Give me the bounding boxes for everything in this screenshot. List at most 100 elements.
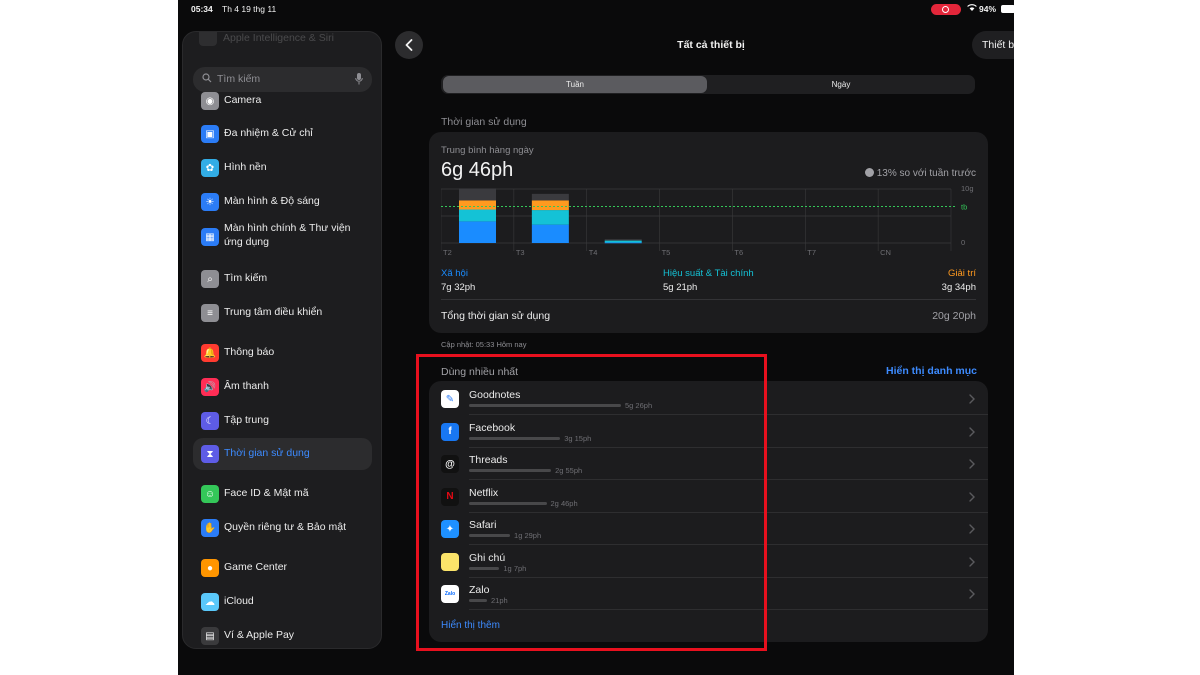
- search-icon: [202, 73, 212, 83]
- category-productivity-label: Hiệu suất & Tài chính: [663, 268, 754, 279]
- chart-bar-segment[interactable]: [531, 224, 569, 243]
- sidebar-item-wallpaper[interactable]: ✿ Hình nền: [193, 152, 372, 184]
- chart-bar-segment[interactable]: [459, 221, 496, 243]
- chart-x-tick: T6: [734, 248, 743, 257]
- sidebar-item-game-center[interactable]: ● Game Center: [193, 552, 372, 584]
- sidebar-item-label: Hình nền: [224, 161, 267, 173]
- sidebar-item-multitasking[interactable]: ▣ Đa nhiệm & Cử chỉ: [193, 118, 372, 150]
- wallet-icon: ▤: [201, 627, 219, 645]
- usage-section-label: Thời gian sử dụng: [441, 116, 527, 128]
- comparison-text: 13% so với tuần trước: [876, 168, 976, 179]
- sidebar-item-label: Trung tâm điều khiển: [224, 306, 323, 318]
- search-icon: ⌕: [201, 270, 219, 288]
- status-date: Th 4 19 thg 11: [222, 4, 277, 14]
- back-button[interactable]: [395, 31, 423, 59]
- chart-bar-segment[interactable]: [531, 210, 569, 225]
- wifi-icon: [967, 3, 977, 14]
- sidebar-item-sound[interactable]: 🔊 Âm thanh: [193, 371, 372, 403]
- sidebar-item-brightness[interactable]: ☀ Màn hình & Độ sáng: [193, 186, 372, 218]
- segment-day[interactable]: Ngày: [709, 76, 973, 93]
- category-social-value: 7g 32ph: [441, 282, 476, 293]
- sidebar-item-privacy[interactable]: ✋ Quyền riêng tư & Bảo mật: [193, 512, 372, 544]
- chart-bar-segment[interactable]: [604, 242, 642, 244]
- period-segmented-control[interactable]: Tuần Ngày: [441, 75, 975, 94]
- chart-bar-segment[interactable]: [531, 200, 569, 211]
- chevron-right-icon: [969, 459, 975, 469]
- sidebar-item-siri[interactable]: Apple Intelligence & Siri: [223, 32, 334, 44]
- face-id-icon: ☺: [201, 485, 219, 503]
- sidebar-item-face-id[interactable]: ☺ Face ID & Mật mã: [193, 478, 372, 510]
- page-title: Tất cả thiết bị: [677, 39, 745, 51]
- weekly-comparison: 13% so với tuần trước: [864, 168, 976, 179]
- multitasking-icon: ▣: [201, 125, 219, 143]
- chart-bar-segment[interactable]: [531, 193, 569, 201]
- daily-average-value: 6g 46ph: [441, 159, 514, 181]
- chevron-right-icon: [969, 524, 975, 534]
- sidebar-item-label: Quyền riêng tư & Bảo mật: [224, 521, 347, 533]
- chart-x-tick: T4: [589, 248, 598, 257]
- chevron-right-icon: [969, 589, 975, 599]
- arrow-up-circle-icon: [864, 168, 874, 177]
- sidebar-item-label: Đa nhiệm & Cử chỉ: [224, 127, 313, 139]
- ipad-screen: 05:34 Th 4 19 thg 11 94% Apple Intellige…: [178, 0, 1014, 675]
- highlight-box: [416, 354, 767, 651]
- search-placeholder: Tìm kiếm: [217, 73, 261, 85]
- sidebar-item-focus[interactable]: ☾ Tập trung: [193, 405, 372, 437]
- update-timestamp: Cập nhật: 05:33 Hôm nay: [441, 340, 527, 349]
- show-categories-link[interactable]: Hiển thị danh mục: [886, 365, 977, 377]
- chart-y-tick: tb: [961, 202, 967, 211]
- devices-button[interactable]: Thiết b: [972, 31, 1014, 59]
- status-bar: 05:34 Th 4 19 thg 11 94%: [178, 0, 1014, 18]
- chevron-right-icon: [969, 556, 975, 567]
- sidebar-item-label: Face ID & Mật mã: [224, 487, 309, 499]
- home-screen-icon: ▦: [201, 228, 219, 246]
- camera-icon: ◉: [201, 92, 219, 110]
- screen-recording-icon[interactable]: [931, 4, 961, 15]
- sidebar-item-wallet[interactable]: ▤ Ví & Apple Pay: [193, 620, 372, 648]
- chart-x-tick: CN: [880, 248, 891, 257]
- sidebar-item-screen-time[interactable]: ⧗ Thời gian sử dụng: [193, 438, 372, 470]
- sidebar-item-label: iCloud: [224, 595, 254, 607]
- sidebar-item-control-center[interactable]: ≡ Trung tâm điều khiển: [193, 297, 372, 329]
- chart-bar-segment[interactable]: [604, 240, 642, 243]
- notifications-icon: 🔔: [201, 344, 219, 362]
- sidebar-item-camera[interactable]: ◉ Camera: [193, 85, 372, 117]
- privacy-icon: ✋: [201, 519, 219, 537]
- sidebar-item-search[interactable]: ⌕ Tìm kiếm: [193, 263, 372, 295]
- brightness-icon: ☀: [201, 193, 219, 211]
- sidebar-item-label: Ví & Apple Pay: [224, 629, 295, 641]
- wallpaper-icon: ✿: [201, 159, 219, 177]
- status-time: 05:34: [191, 4, 213, 14]
- category-productivity-value: 5g 21ph: [663, 282, 698, 293]
- chart-bar-segment[interactable]: [459, 200, 496, 210]
- sidebar-item-notifications[interactable]: 🔔 Thông báo: [193, 337, 372, 369]
- chart-x-tick: T3: [516, 248, 525, 257]
- chart-bar-segment[interactable]: [459, 188, 496, 201]
- sidebar-item-label: Game Center: [224, 561, 288, 573]
- weekly-usage-chart[interactable]: T2 T3 T4 T5 T6 T7 CN 10g tb 0: [441, 186, 978, 266]
- chart-y-tick: 10g: [961, 186, 974, 193]
- siri-icon: [199, 32, 217, 46]
- icloud-icon: ☁: [201, 593, 219, 611]
- sidebar-item-label: Tập trung: [224, 414, 269, 426]
- control-center-icon: ≡: [201, 304, 219, 322]
- chevron-left-icon: [405, 39, 413, 51]
- sidebar-item-label: Thời gian sử dụng: [224, 447, 310, 459]
- sidebar-item-home-screen[interactable]: ▦ Màn hình chính & Thư viện ứng dụng: [193, 221, 372, 253]
- sidebar-item-label: Tìm kiếm: [224, 272, 268, 284]
- category-entertainment-value: 3g 34ph: [941, 282, 976, 293]
- chart-x-tick: T7: [807, 248, 816, 257]
- sidebar-item-label: Thông báo: [224, 346, 275, 358]
- chart-bar-segment[interactable]: [604, 239, 642, 241]
- segment-week[interactable]: Tuần: [443, 76, 707, 93]
- category-social-label: Xã hội: [441, 268, 468, 279]
- game-center-icon: ●: [201, 559, 219, 577]
- sidebar-item-label: Camera: [224, 94, 262, 106]
- chart-bar-segment[interactable]: [459, 209, 496, 222]
- sidebar-item-icloud[interactable]: ☁ iCloud: [193, 586, 372, 618]
- chevron-right-icon: [969, 491, 975, 502]
- usage-card[interactable]: Trung bình hàng ngày 6g 46ph 13% so với …: [429, 132, 988, 333]
- settings-sidebar[interactable]: Apple Intelligence & Siri Tìm kiếm ◉ Came…: [182, 31, 382, 649]
- microphone-icon[interactable]: [355, 73, 363, 85]
- chart-y-tick: 0: [961, 238, 965, 247]
